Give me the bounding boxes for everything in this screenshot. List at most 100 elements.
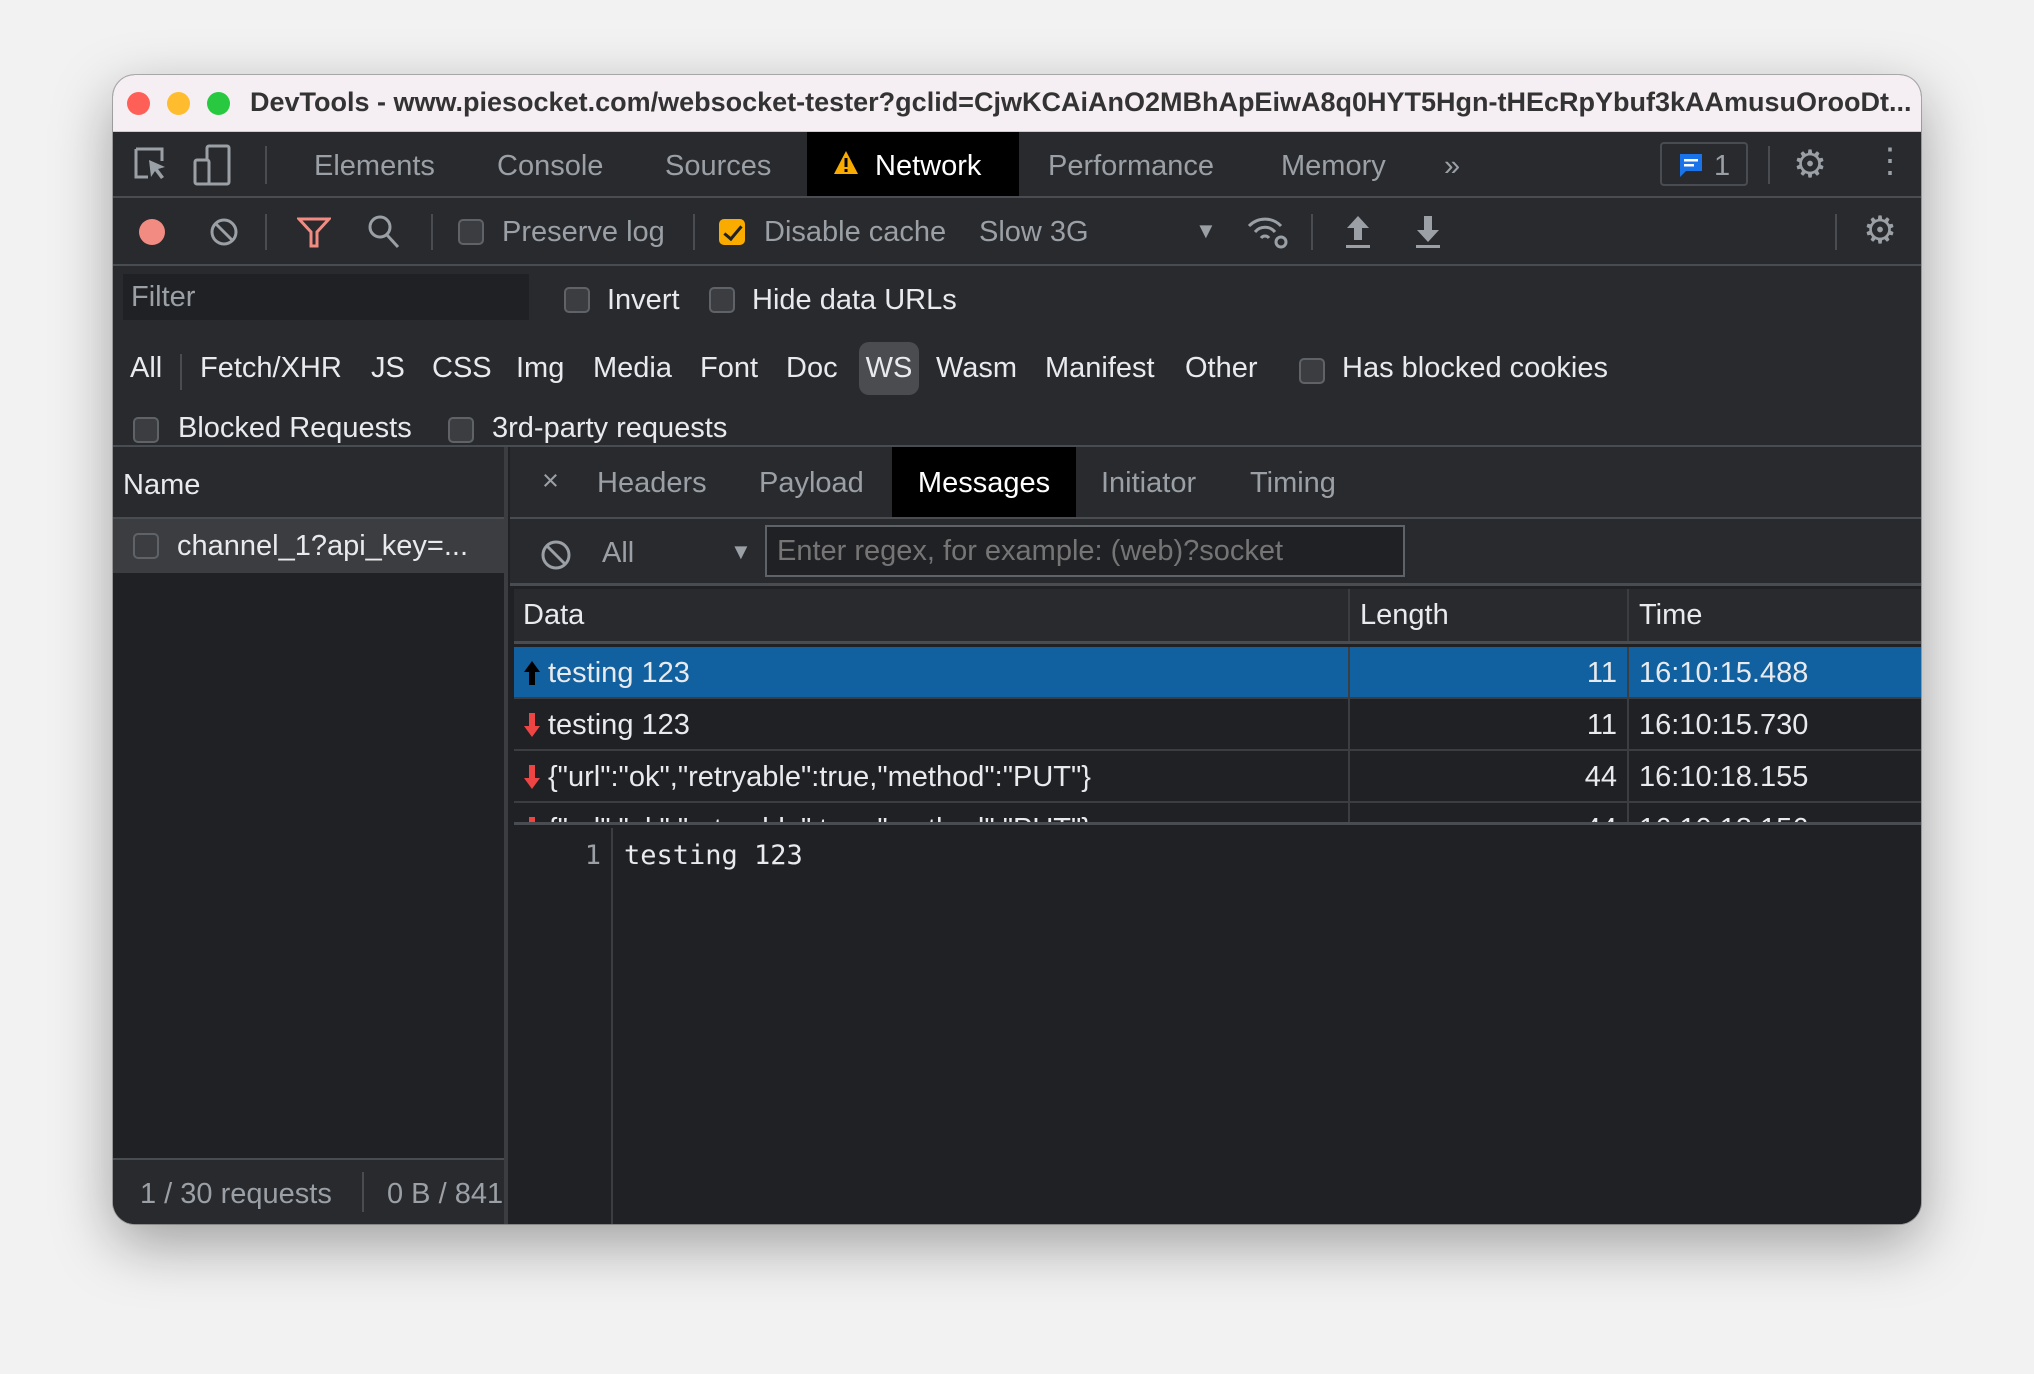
name-column-header[interactable]: Name [113, 447, 504, 519]
hide-data-urls-checkbox[interactable] [709, 287, 735, 313]
message-data-cell: testing 123 [514, 699, 1350, 751]
type-js[interactable]: JS [371, 342, 405, 395]
main-tab-bar: Elements Console Sources Network Perform… [113, 132, 1921, 198]
window-title: DevTools - www.piesocket.com/websocket-t… [250, 87, 1912, 117]
column-length[interactable]: Length [1350, 589, 1629, 641]
type-wasm[interactable]: Wasm [936, 342, 1017, 395]
clear-icon[interactable] [209, 217, 239, 247]
import-har-icon[interactable] [1343, 214, 1373, 250]
invert-label: Invert [607, 284, 680, 316]
received-arrow-icon [524, 713, 540, 737]
search-icon[interactable] [367, 214, 401, 250]
blocked-requests-checkbox[interactable] [133, 417, 159, 443]
tab-headers[interactable]: Headers [597, 447, 707, 517]
message-time: 16:10:15.730 [1629, 699, 1921, 751]
preserve-log-label: Preserve log [502, 216, 665, 248]
tab-console[interactable]: Console [497, 152, 603, 181]
filter-input[interactable] [123, 274, 529, 320]
type-other[interactable]: Other [1185, 342, 1258, 395]
tab-performance[interactable]: Performance [1048, 152, 1214, 181]
close-window-button[interactable] [127, 92, 150, 115]
type-img[interactable]: Img [516, 342, 564, 395]
tab-memory[interactable]: Memory [1281, 152, 1386, 181]
column-data[interactable]: Data [514, 589, 1350, 641]
has-blocked-cookies-checkbox[interactable] [1299, 358, 1325, 384]
message-content[interactable]: testing 123 [624, 842, 803, 869]
invert-checkbox[interactable] [564, 287, 590, 313]
device-toolbar-icon[interactable] [193, 144, 233, 186]
type-all[interactable]: All [130, 342, 162, 395]
issues-count: 1 [1714, 150, 1731, 182]
disable-cache-checkbox[interactable] [719, 219, 745, 245]
column-time[interactable]: Time [1629, 589, 1921, 641]
type-manifest[interactable]: Manifest [1045, 342, 1155, 395]
message-type-select[interactable]: All ▼ [602, 519, 752, 583]
request-row[interactable]: channel_1?api_key=... [113, 519, 504, 573]
third-party-checkbox[interactable] [448, 417, 474, 443]
type-font[interactable]: Font [700, 342, 758, 395]
message-time: 16:10:15.488 [1629, 647, 1921, 699]
throttling-value: Slow 3G [979, 216, 1089, 248]
request-detail-panel: × Headers Payload Messages Initiator Tim… [510, 447, 1921, 1224]
filter-icon[interactable] [297, 216, 331, 248]
messages-table-body: testing 123 11 16:10:15.488 testing 123 11 16… [514, 647, 1921, 825]
message-data-cell: {"url":"ok","retryable":true,"method":"P… [514, 751, 1350, 803]
regex-filter-input[interactable] [765, 525, 1405, 577]
message-time: 16:10:18.155 [1629, 751, 1921, 803]
message-data: testing 123 [548, 709, 690, 741]
clear-messages-icon[interactable] [540, 539, 572, 571]
tab-initiator[interactable]: Initiator [1101, 447, 1196, 517]
status-bar: 1 / 30 requests 0 B / 841 [113, 1158, 504, 1224]
message-row[interactable]: {"url":"ok","retryable":true,"method":"P… [514, 751, 1921, 803]
message-data: {"url":"ok","retryable":true,"method":"P… [548, 803, 1091, 822]
type-css[interactable]: CSS [432, 342, 492, 395]
type-ws[interactable]: WS [859, 342, 919, 395]
sent-arrow-icon [524, 661, 540, 685]
message-length: 11 [1350, 699, 1629, 751]
dropdown-arrow-icon: ▼ [730, 539, 752, 564]
type-fetch-xhr[interactable]: Fetch/XHR [200, 342, 342, 395]
inspect-element-icon[interactable] [133, 146, 169, 184]
message-row[interactable]: testing 123 11 16:10:15.730 [514, 699, 1921, 751]
received-arrow-icon [529, 817, 535, 822]
throttling-select[interactable]: Slow 3G ▼ [979, 198, 1219, 264]
request-row-checkbox[interactable] [133, 533, 159, 559]
title-bar: DevTools - www.piesocket.com/websocket-t… [113, 75, 1921, 132]
tab-timing[interactable]: Timing [1250, 447, 1336, 517]
message-type-value: All [602, 537, 635, 569]
received-arrow-icon [524, 765, 540, 789]
settings-gear-icon[interactable]: ⚙ [1793, 146, 1827, 184]
tab-elements[interactable]: Elements [314, 152, 435, 181]
message-row[interactable]: testing 123 11 16:10:15.488 [514, 647, 1921, 699]
network-toolbar: Preserve log Disable cache Slow 3G ▼ ⚙ [113, 198, 1921, 266]
message-icon [1680, 154, 1702, 177]
message-viewer: 1 testing 123 [514, 828, 1921, 1224]
more-tabs-button[interactable]: » [1444, 152, 1460, 181]
network-settings-gear-icon[interactable]: ⚙ [1863, 212, 1897, 250]
export-har-icon[interactable] [1413, 214, 1443, 250]
tab-payload[interactable]: Payload [759, 447, 864, 517]
preserve-log-checkbox[interactable] [458, 219, 484, 245]
message-length: 11 [1350, 647, 1629, 699]
column-data-label: Data [523, 599, 585, 631]
message-row[interactable]: {"url":"ok","retryable":true,"method":"P… [514, 803, 1921, 822]
name-header-label: Name [123, 469, 201, 501]
message-length: 44 [1350, 751, 1629, 803]
blocked-requests-label: Blocked Requests [178, 412, 412, 444]
network-conditions-icon[interactable] [1246, 214, 1290, 250]
type-media[interactable]: Media [593, 342, 672, 395]
more-options-icon[interactable]: ⋮ [1873, 144, 1907, 178]
type-doc[interactable]: Doc [786, 342, 838, 395]
tab-messages[interactable]: Messages [892, 447, 1076, 517]
tab-network[interactable]: Network [807, 132, 1019, 196]
close-detail-icon[interactable]: × [542, 467, 559, 496]
transferred-size: 0 B / 841 [387, 1178, 504, 1210]
record-button[interactable] [139, 219, 165, 245]
minimize-window-button[interactable] [167, 92, 190, 115]
request-count: 1 / 30 requests [140, 1178, 332, 1210]
tab-sources[interactable]: Sources [665, 152, 771, 181]
maximize-window-button[interactable] [207, 92, 230, 115]
dropdown-arrow-icon: ▼ [1195, 218, 1217, 243]
devtools-window: DevTools - www.piesocket.com/websocket-t… [113, 75, 1921, 1224]
issues-badge-button[interactable]: 1 [1660, 142, 1748, 186]
